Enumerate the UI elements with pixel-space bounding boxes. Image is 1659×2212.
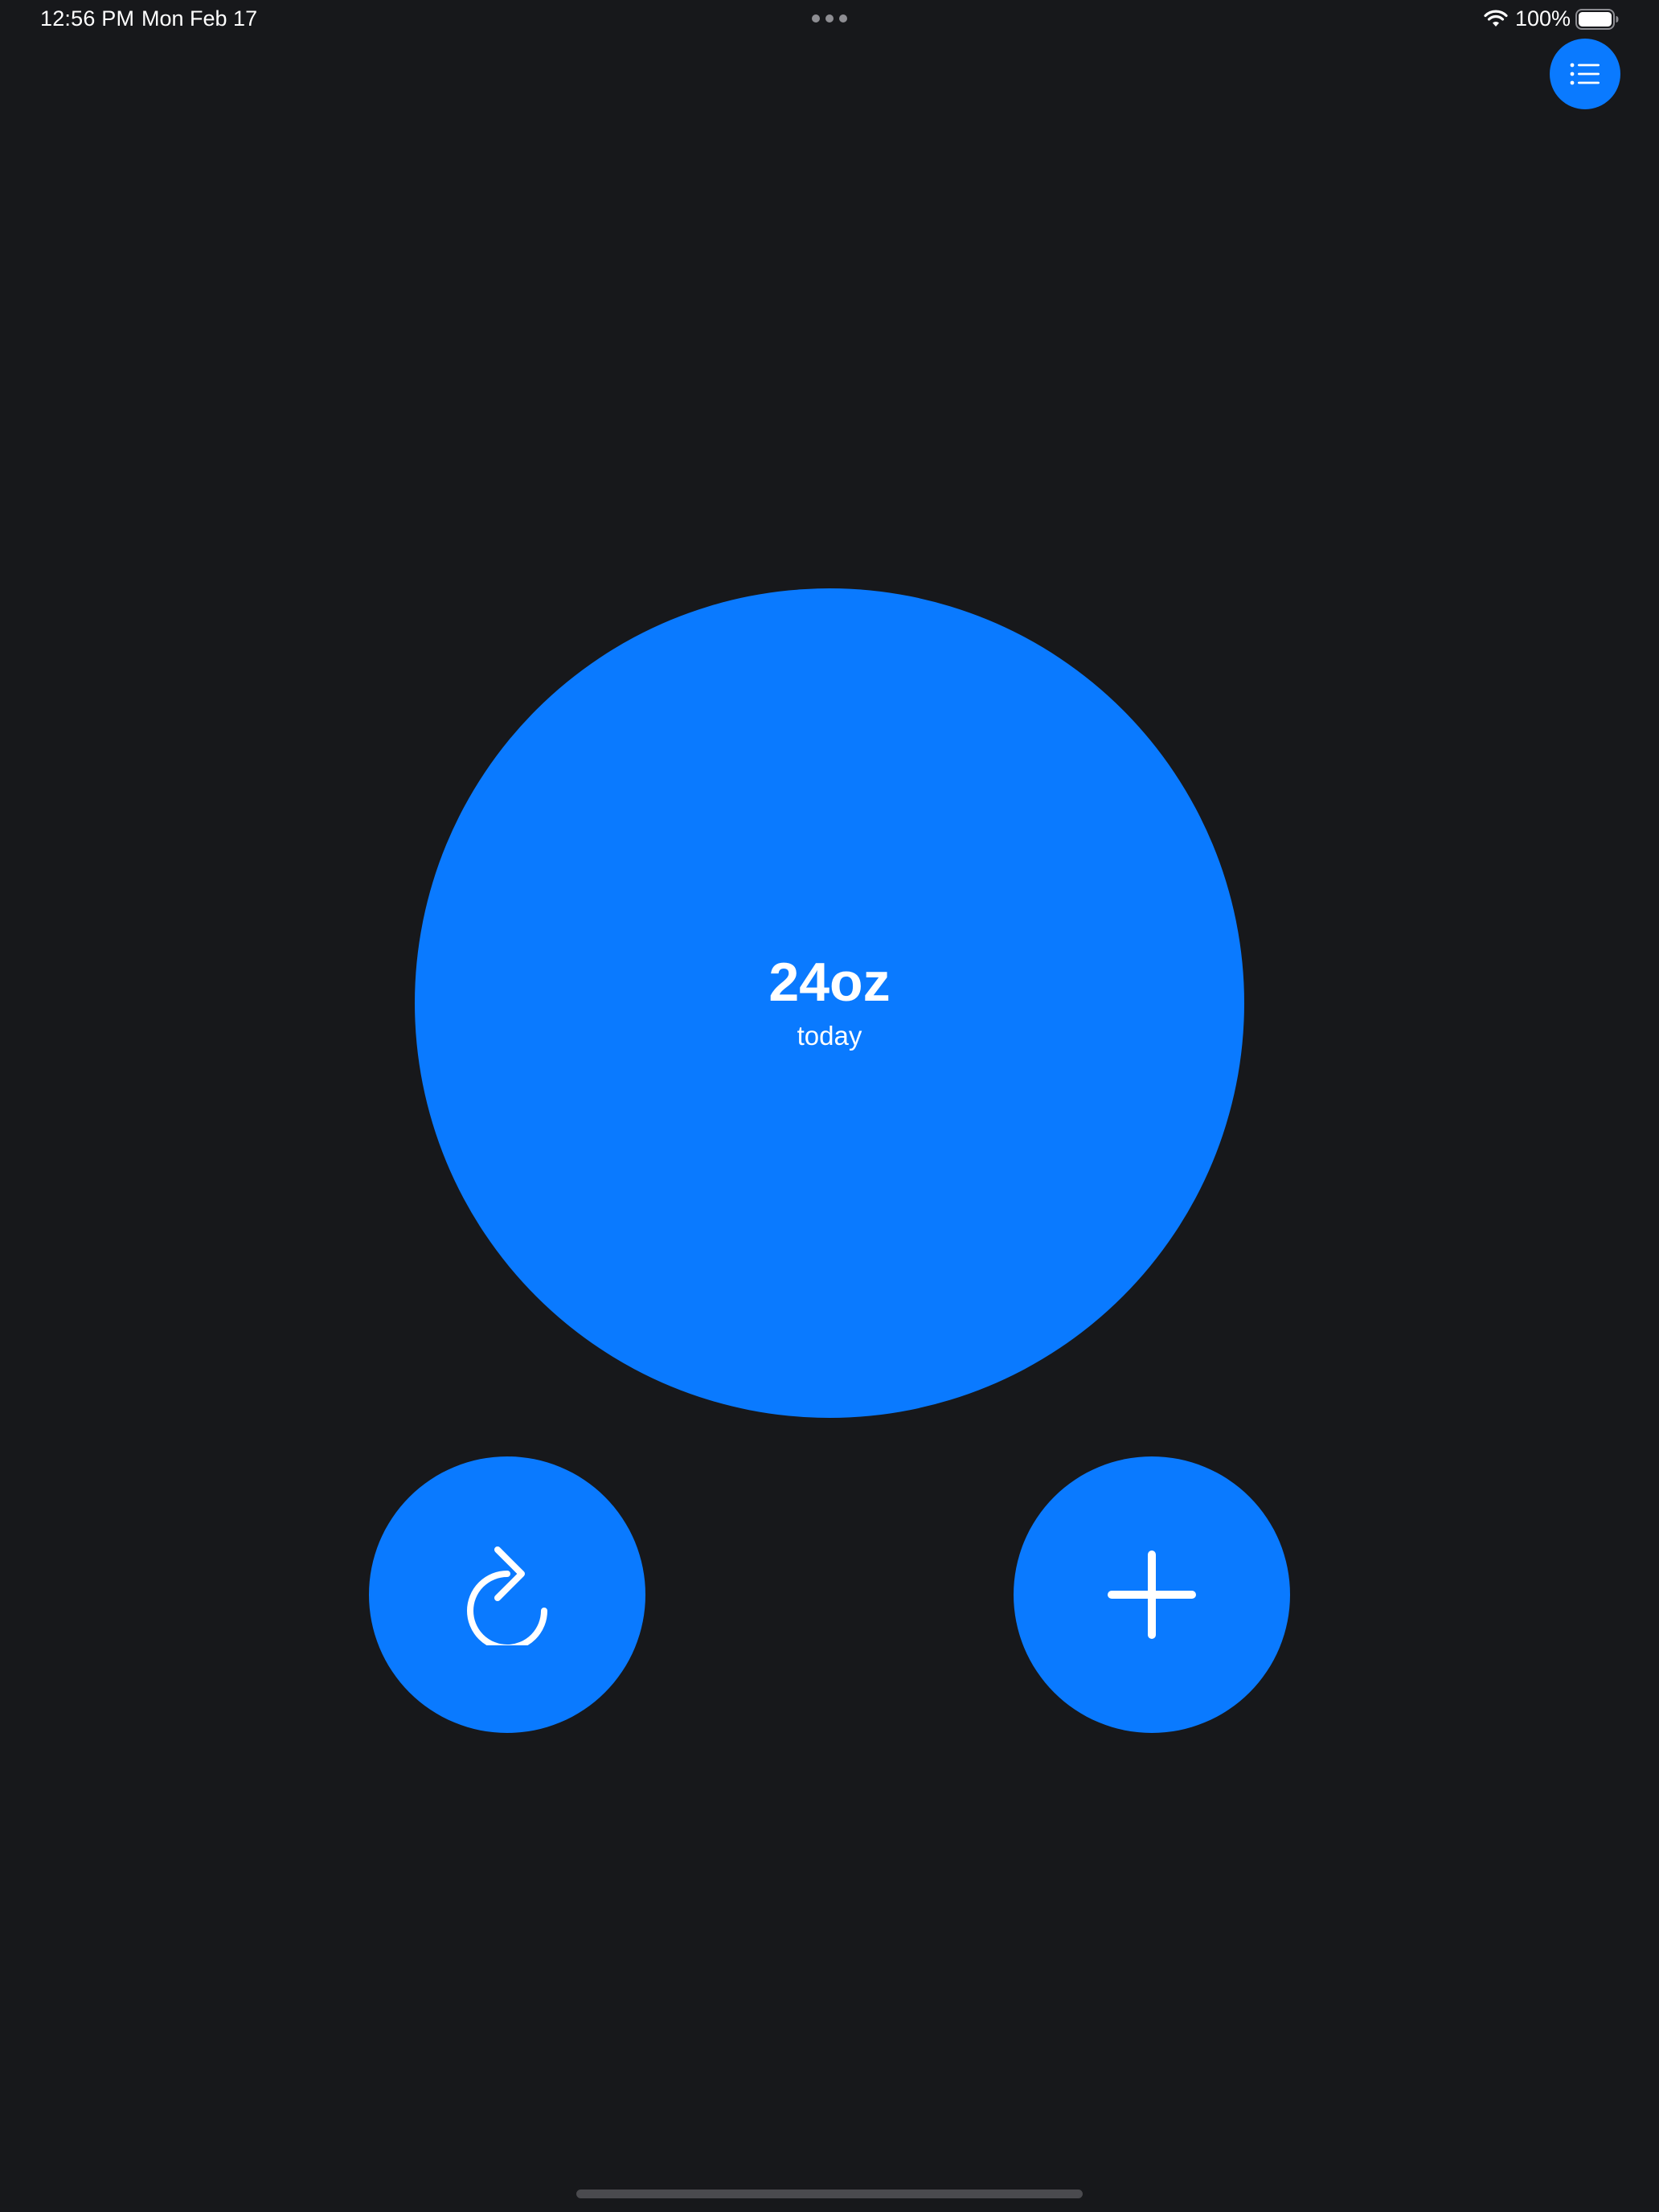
status-bar: 12:56 PM Mon Feb 17 100% bbox=[0, 0, 1659, 39]
multitasking-dots-icon[interactable] bbox=[812, 14, 847, 23]
wifi-icon bbox=[1484, 10, 1508, 27]
battery-percent: 100% bbox=[1515, 6, 1571, 31]
home-indicator[interactable] bbox=[576, 2189, 1083, 2198]
screen: 12:56 PM Mon Feb 17 100% 24oz today bbox=[0, 0, 1659, 2212]
reset-icon bbox=[467, 1546, 547, 1645]
list-button[interactable] bbox=[1550, 39, 1620, 109]
amount-caption: today bbox=[797, 1021, 862, 1051]
amount-value: 24oz bbox=[768, 952, 891, 1013]
dot bbox=[825, 14, 834, 23]
reset-button[interactable] bbox=[369, 1456, 645, 1733]
plus-icon bbox=[1108, 1550, 1196, 1639]
status-date: Mon Feb 17 bbox=[141, 6, 258, 31]
status-time: 12:56 PM bbox=[40, 6, 135, 31]
water-total-circle[interactable]: 24oz today bbox=[415, 588, 1244, 1418]
battery-icon bbox=[1575, 9, 1619, 30]
dot bbox=[839, 14, 847, 23]
add-button[interactable] bbox=[1014, 1456, 1290, 1733]
dot bbox=[812, 14, 820, 23]
list-icon bbox=[1570, 63, 1600, 85]
